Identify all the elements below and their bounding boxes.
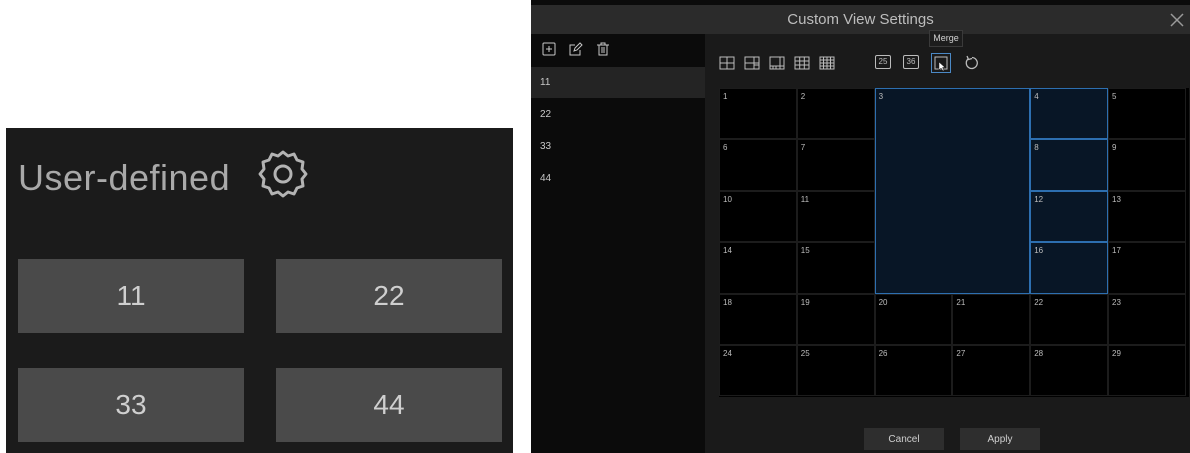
grid-cell-label: 20 xyxy=(878,297,888,307)
grid-cell[interactable]: 25 xyxy=(796,345,875,397)
grid-cell-label: 26 xyxy=(878,349,888,358)
grid-cell-label: 8 xyxy=(1034,143,1039,153)
grid-cell-label: 24 xyxy=(723,349,732,358)
add-icon[interactable] xyxy=(542,42,556,56)
close-icon[interactable] xyxy=(1168,11,1186,29)
grid-cell-label: 2 xyxy=(800,92,806,101)
grid-cell[interactable]: 12 xyxy=(1030,190,1108,243)
grid-cell[interactable]: 15 xyxy=(796,242,875,294)
grid-cell-label: 17 xyxy=(1112,246,1121,256)
custom-view-settings-dialog: Custom View Settings 11 22 33 44 25 36 M… xyxy=(531,0,1190,453)
grid-cell-label: 28 xyxy=(1034,349,1044,358)
grid-cell[interactable]: 26 xyxy=(874,345,953,397)
grid-cell-label: 25 xyxy=(800,349,810,358)
view-list-item[interactable]: 11 xyxy=(531,67,705,98)
grid-cell-label: 5 xyxy=(1112,92,1117,101)
grid-cell[interactable]: 23 xyxy=(1108,293,1186,345)
grid-cell[interactable]: 20 xyxy=(874,293,953,345)
grid-cell[interactable]: 3 xyxy=(874,88,1031,294)
grid-cell[interactable]: 16 xyxy=(1030,242,1108,294)
grid-cell[interactable]: 11 xyxy=(796,190,875,243)
edit-icon[interactable] xyxy=(569,42,583,56)
view-list-item-label: 22 xyxy=(540,109,552,120)
dialog-footer xyxy=(705,397,1190,453)
grid-cell[interactable]: 22 xyxy=(1030,293,1108,345)
view-list-item-label: 11 xyxy=(540,77,551,88)
grid-cell[interactable]: 14 xyxy=(719,242,797,294)
user-defined-view-22-button[interactable]: 22 xyxy=(276,259,502,333)
grid-cell-label: 19 xyxy=(800,297,810,307)
layout-16-icon[interactable] xyxy=(819,55,835,71)
grid-cell[interactable]: 9 xyxy=(1108,139,1186,191)
grid-cell-label: 22 xyxy=(1034,297,1044,307)
grid-cell-label: 18 xyxy=(723,297,732,307)
grid-cell[interactable]: 24 xyxy=(719,345,797,397)
grid-cell-label: 1 xyxy=(723,92,728,101)
user-defined-view-11-button[interactable]: 11 xyxy=(18,259,244,333)
grid-cell[interactable]: 2 xyxy=(796,88,875,140)
view-list-sidebar: 11 22 33 44 xyxy=(531,34,705,453)
merge-button[interactable] xyxy=(931,53,951,73)
grid-cell-label: 23 xyxy=(1112,297,1121,307)
grid-cell[interactable]: 21 xyxy=(952,293,1031,345)
grid-cell-label: 14 xyxy=(723,246,732,256)
reset-icon[interactable] xyxy=(964,55,980,71)
grid-cell-label: 29 xyxy=(1112,349,1121,358)
grid-cell[interactable]: 6 xyxy=(719,139,797,191)
merge-tooltip: Merge xyxy=(929,30,963,47)
grid-cell[interactable]: 10 xyxy=(719,190,797,243)
layout-grid[interactable]: 1 2 3 4 5 6 7 8 9 10 11 12 13 14 15 16 17 18 19 20 21 22 23 24 2… xyxy=(719,88,1189,397)
grid-cell[interactable]: 1 xyxy=(719,88,797,140)
grid-cell-label: 15 xyxy=(800,246,810,256)
dialog-title: Custom View Settings xyxy=(787,11,934,28)
user-defined-title: User-defined xyxy=(18,157,231,198)
apply-button[interactable]: Apply xyxy=(960,428,1040,450)
view-list-item-label: 33 xyxy=(540,141,552,152)
user-defined-panel: User-defined 11 22 33 44 xyxy=(6,128,513,453)
grid-cell[interactable]: 8 xyxy=(1030,139,1108,191)
layout-9-icon[interactable] xyxy=(794,55,810,71)
view-list-item-label: 44 xyxy=(540,173,552,184)
view-list-item[interactable]: 33 xyxy=(531,131,705,162)
user-defined-view-44-button[interactable]: 44 xyxy=(276,368,502,442)
layout-6-icon[interactable] xyxy=(744,55,760,71)
grid-cell-label: 10 xyxy=(723,194,732,204)
view-list-item[interactable]: 44 xyxy=(531,163,705,194)
grid-cell-label: 11 xyxy=(800,194,810,204)
grid-cell-label: 9 xyxy=(1112,143,1117,153)
grid-cell[interactable]: 5 xyxy=(1108,88,1186,140)
user-defined-view-33-button[interactable]: 33 xyxy=(18,368,244,442)
grid-cell[interactable]: 17 xyxy=(1108,242,1186,294)
grid-cell-label: 7 xyxy=(800,143,806,153)
merge-icon xyxy=(934,56,948,72)
grid-cell[interactable]: 29 xyxy=(1108,345,1186,397)
cancel-button[interactable]: Cancel xyxy=(864,428,944,450)
grid-cell-label: 3 xyxy=(878,92,884,101)
gear-icon[interactable] xyxy=(257,148,309,200)
grid-cell[interactable]: 7 xyxy=(796,139,875,191)
grid-cell[interactable]: 18 xyxy=(719,293,797,345)
dialog-titlebar: Custom View Settings xyxy=(531,5,1190,34)
grid-cell-label: 4 xyxy=(1034,92,1039,101)
grid-cell-label: 27 xyxy=(956,349,966,358)
grid-cell[interactable]: 4 xyxy=(1030,88,1108,140)
grid-cell[interactable]: 28 xyxy=(1030,345,1108,397)
grid-cell[interactable]: 27 xyxy=(952,345,1031,397)
view-list-item[interactable]: 22 xyxy=(531,99,705,130)
layout-4-icon[interactable] xyxy=(719,55,735,71)
layout-8-icon[interactable] xyxy=(769,55,785,71)
grid-cell-label: 6 xyxy=(723,143,728,153)
grid-cell[interactable]: 13 xyxy=(1108,190,1186,243)
grid-cell-label: 21 xyxy=(956,297,966,307)
grid-cell[interactable]: 19 xyxy=(796,293,875,345)
layout-36-button[interactable]: 36 xyxy=(903,55,919,69)
grid-cell-label: 16 xyxy=(1034,246,1044,256)
grid-cell-label: 12 xyxy=(1034,194,1044,204)
delete-icon[interactable] xyxy=(596,42,610,56)
layout-25-button[interactable]: 25 xyxy=(875,55,891,69)
grid-cell-label: 13 xyxy=(1112,194,1121,204)
